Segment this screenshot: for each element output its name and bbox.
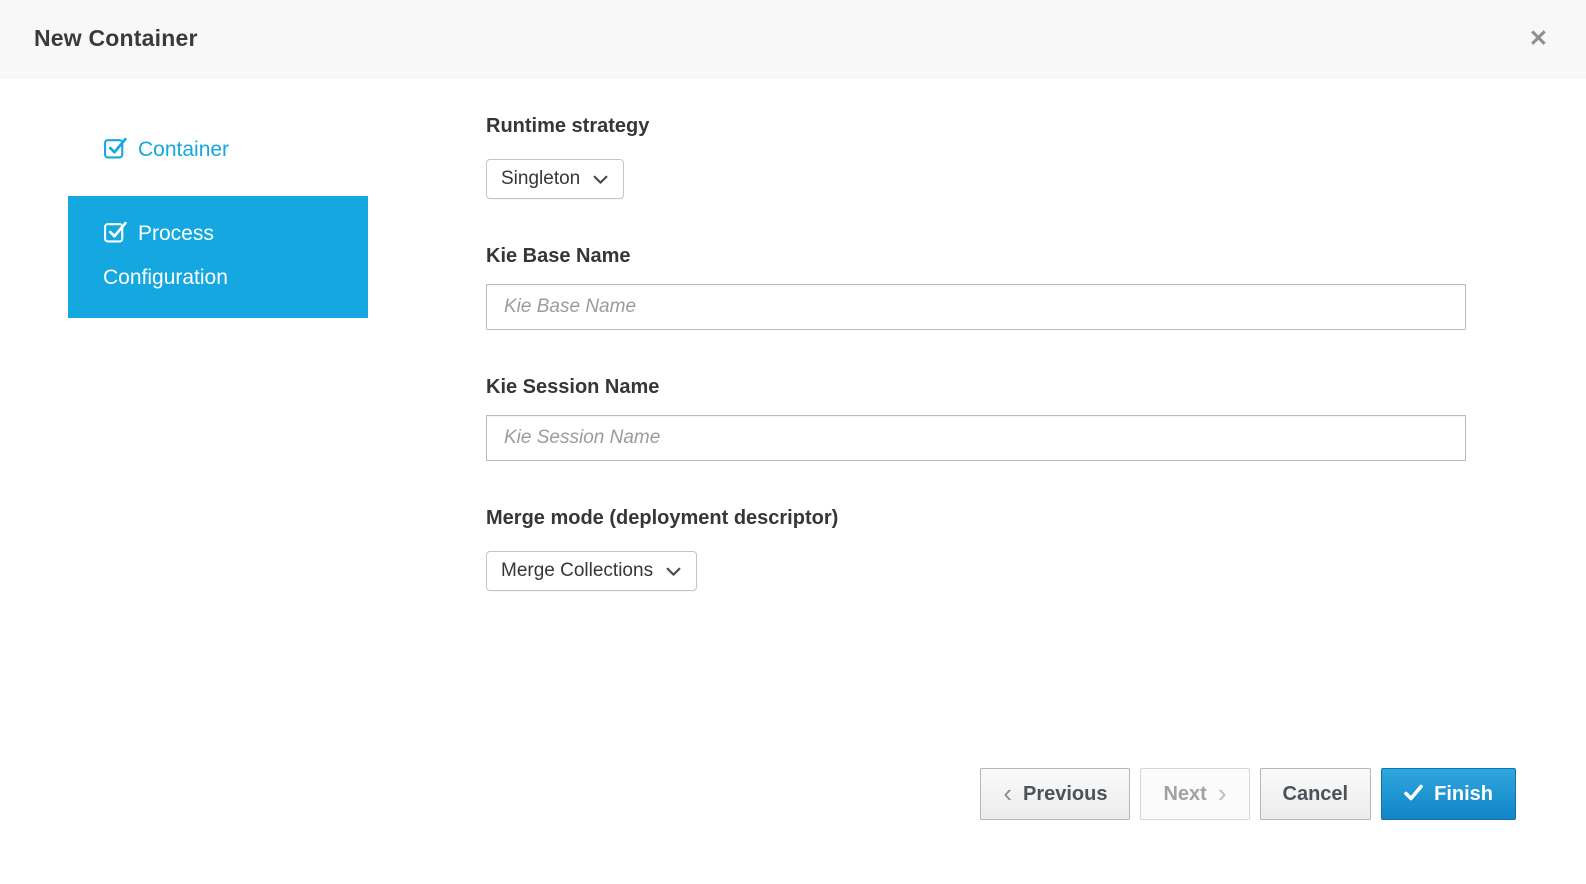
kie-session-name-label: Kie Session Name [486,373,1466,401]
close-icon[interactable]: ✕ [1525,23,1552,54]
check-square-icon [103,134,128,174]
page-title: New Container [34,25,198,52]
angle-left-icon: ‹ [1003,780,1012,806]
next-button-label: Next [1163,784,1206,804]
wizard-steps-sidebar: Container Process Configuration [68,128,368,318]
step-label: Container [138,138,229,161]
runtime-strategy-value: Singleton [501,168,580,190]
finish-button-label: Finish [1434,784,1493,804]
merge-mode-select[interactable]: Merge Collections [486,551,697,591]
step-container[interactable]: Container [68,128,368,176]
finish-button[interactable]: Finish [1381,768,1516,820]
next-button[interactable]: Next › [1140,768,1249,820]
kie-base-name-group: Kie Base Name [486,242,1466,330]
kie-base-name-input[interactable] [486,284,1466,330]
modal-header: New Container ✕ [0,0,1586,78]
wizard-footer: ‹ Previous Next › Cancel Finish [980,768,1516,820]
kie-session-name-group: Kie Session Name [486,373,1466,461]
cancel-button-label: Cancel [1283,784,1349,804]
merge-mode-group: Merge mode (deployment descriptor) Merge… [486,504,1466,591]
chevron-down-icon [666,561,681,583]
runtime-strategy-label: Runtime strategy [486,112,1466,140]
angle-right-icon: › [1218,780,1227,806]
kie-base-name-label: Kie Base Name [486,242,1466,270]
check-icon [1404,784,1423,805]
step-process-configuration[interactable]: Process Configuration [68,196,368,318]
merge-mode-label: Merge mode (deployment descriptor) [486,504,1466,532]
chevron-down-icon [593,169,608,191]
process-configuration-form: Runtime strategy Singleton Kie Base Name… [486,112,1466,634]
kie-session-name-input[interactable] [486,415,1466,461]
previous-button-label: Previous [1023,784,1107,804]
previous-button[interactable]: ‹ Previous [980,768,1130,820]
merge-mode-value: Merge Collections [501,560,653,582]
cancel-button[interactable]: Cancel [1260,768,1372,820]
runtime-strategy-select[interactable]: Singleton [486,159,624,199]
runtime-strategy-group: Runtime strategy Singleton [486,112,1466,199]
check-square-icon [103,218,128,258]
